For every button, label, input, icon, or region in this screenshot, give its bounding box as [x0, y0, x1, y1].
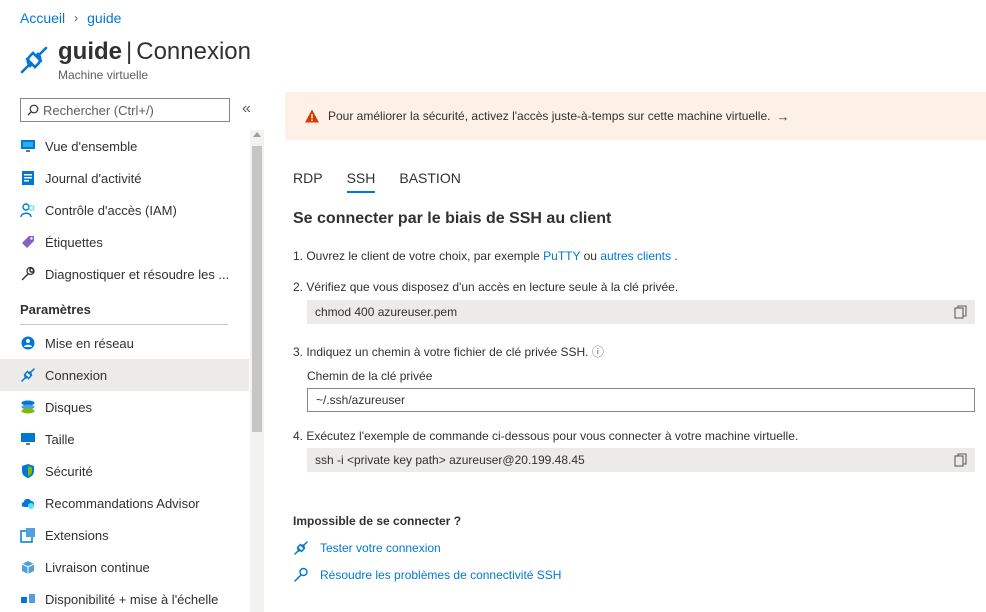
- tab-ssh[interactable]: SSH: [346, 170, 375, 193]
- sidebar-item-label: Étiquettes: [45, 234, 103, 250]
- other-clients-link[interactable]: autres clients: [600, 249, 671, 263]
- troubleshoot-label: Résoudre les problèmes de connectivité S…: [320, 568, 562, 582]
- activity-log-icon: [20, 170, 36, 186]
- sidebar-item-label: Sécurité: [45, 463, 93, 479]
- plug-connect-icon: [294, 541, 308, 555]
- sidebar-item-iam[interactable]: Contrôle d'accès (IAM): [0, 194, 249, 226]
- banner-text: Pour améliorer la sécurité, activez l'ac…: [328, 109, 771, 123]
- ssh-command-box: ssh -i <private key path> azureuser@20.1…: [307, 448, 975, 472]
- sidebar-item-label: Taille: [45, 431, 75, 447]
- sidebar-item-label: Vue d'ensemble: [45, 138, 138, 154]
- people-icon: [20, 202, 36, 218]
- wrench-icon: [20, 266, 36, 282]
- network-icon: [20, 335, 36, 351]
- troubleshoot-ssh-link[interactable]: Résoudre les problèmes de connectivité S…: [293, 567, 561, 583]
- sidebar-scrollbar[interactable]: [250, 130, 264, 612]
- ssh-command: ssh -i <private key path> azureuser@20.1…: [315, 453, 585, 467]
- sidebar-item-continuous-delivery[interactable]: Livraison continue: [0, 551, 249, 583]
- advisor-icon: [20, 495, 36, 511]
- test-connection-label: Tester votre connexion: [320, 541, 441, 555]
- step-3: 3. Indiquez un chemin à votre fichier de…: [293, 343, 604, 360]
- chmod-command-box: chmod 400 azureuser.pem: [307, 300, 975, 324]
- copy-icon[interactable]: [954, 453, 967, 467]
- step-1: 1. Ouvrez le client de votre choix, par …: [293, 249, 678, 263]
- putty-link[interactable]: PuTTY: [543, 249, 580, 263]
- sidebar-item-label: Mise en réseau: [45, 335, 134, 351]
- cant-connect-heading: Impossible de se connecter ?: [293, 514, 462, 528]
- scale-icon: [20, 591, 36, 607]
- scroll-up-arrow-icon[interactable]: [253, 132, 261, 137]
- chmod-command: chmod 400 azureuser.pem: [315, 305, 458, 319]
- delivery-icon: [20, 559, 36, 575]
- sidebar-item-label: Contrôle d'accès (IAM): [45, 202, 177, 218]
- monitor-icon: [20, 138, 36, 154]
- page-name: Connexion: [136, 38, 251, 65]
- sidebar-item-disks[interactable]: Disques: [0, 391, 249, 423]
- step-1-prefix: 1. Ouvrez le client de votre choix, par …: [293, 249, 540, 263]
- sidebar-item-tags[interactable]: Étiquettes: [0, 226, 249, 258]
- sidebar-divider: [20, 324, 228, 325]
- breadcrumb-home-link[interactable]: Accueil: [20, 10, 65, 26]
- search-input[interactable]: [43, 102, 223, 118]
- breadcrumb: Accueil › guide: [20, 10, 121, 26]
- search-icon: [27, 104, 39, 116]
- plug-connect-icon: [20, 367, 36, 383]
- breadcrumb-current-link[interactable]: guide: [87, 10, 121, 26]
- jit-security-banner[interactable]: Pour améliorer la sécurité, activez l'ac…: [285, 92, 986, 140]
- sidebar-item-label: Diagnostiquer et résoudre les ...: [45, 266, 230, 282]
- ssh-section-title: Se connecter par le biais de SSH au clie…: [293, 210, 612, 227]
- private-key-path-label: Chemin de la clé privée: [307, 369, 433, 383]
- sidebar-item-connect[interactable]: Connexion: [0, 359, 249, 391]
- sidebar-item-networking[interactable]: Mise en réseau: [0, 327, 249, 359]
- breadcrumb-separator: ›: [74, 11, 79, 25]
- collapse-sidebar-button[interactable]: «: [242, 100, 251, 118]
- private-key-path-input[interactable]: [307, 388, 975, 412]
- sidebar-item-diagnose[interactable]: Diagnostiquer et résoudre les ...: [0, 258, 249, 290]
- shield-icon: [20, 463, 36, 479]
- warning-icon: [305, 109, 319, 123]
- title-separator: |: [126, 38, 133, 65]
- sidebar-search[interactable]: [20, 98, 230, 122]
- banner-arrow-icon[interactable]: →: [776, 109, 789, 124]
- sidebar-item-availability-scale[interactable]: Disponibilité + mise à l'échelle: [0, 583, 249, 612]
- sidebar-item-label: Connexion: [45, 367, 108, 383]
- page-header: guide | Connexion Machine virtuelle: [18, 38, 251, 82]
- sidebar-section-settings: Paramètres: [20, 302, 91, 317]
- sidebar-item-label: Extensions: [45, 527, 109, 543]
- connection-tabs: RDP SSH BASTION: [293, 170, 485, 193]
- page-title: guide | Connexion: [58, 38, 251, 66]
- wrench-icon: [294, 567, 308, 582]
- tab-bastion[interactable]: BASTION: [399, 170, 460, 192]
- sidebar-item-activity-log[interactable]: Journal d'activité: [0, 162, 249, 194]
- page-subtitle: Machine virtuelle: [58, 68, 149, 82]
- extensions-icon: [20, 527, 36, 543]
- copy-icon[interactable]: [954, 305, 967, 319]
- sidebar-item-label: Livraison continue: [45, 559, 150, 575]
- sidebar-item-label: Disques: [45, 399, 92, 415]
- sidebar-item-overview[interactable]: Vue d'ensemble: [0, 130, 249, 162]
- sidebar-nav: Vue d'ensemble Journal d'activité Contrô…: [0, 130, 249, 612]
- plug-connect-icon: [20, 46, 48, 74]
- step-4: 4. Exécutez l'exemple de commande ci-des…: [293, 429, 799, 443]
- scrollbar-thumb[interactable]: [252, 146, 262, 432]
- sidebar-item-label: Journal d'activité: [45, 170, 142, 186]
- tag-icon: [20, 234, 36, 250]
- tab-rdp[interactable]: RDP: [293, 170, 323, 192]
- step-1-suffix: .: [674, 249, 678, 263]
- info-icon[interactable]: ⓘ: [592, 345, 604, 359]
- sidebar-item-label: Disponibilité + mise à l'échelle: [45, 591, 219, 607]
- sidebar-item-advisor[interactable]: Recommandations Advisor: [0, 487, 249, 519]
- sidebar-item-size[interactable]: Taille: [0, 423, 249, 455]
- sidebar-item-label: Recommandations Advisor: [45, 495, 200, 511]
- monitor-icon: [20, 431, 36, 447]
- sidebar-item-extensions[interactable]: Extensions: [0, 519, 249, 551]
- test-connection-link[interactable]: Tester votre connexion: [293, 540, 441, 556]
- step-1-middle: ou: [583, 249, 597, 263]
- step-2: 2. Vérifiez que vous disposez d'un accès…: [293, 280, 679, 294]
- step-3-text: 3. Indiquez un chemin à votre fichier de…: [293, 345, 589, 359]
- disks-icon: [20, 399, 36, 415]
- resource-name: guide: [58, 38, 122, 65]
- sidebar-item-security[interactable]: Sécurité: [0, 455, 249, 487]
